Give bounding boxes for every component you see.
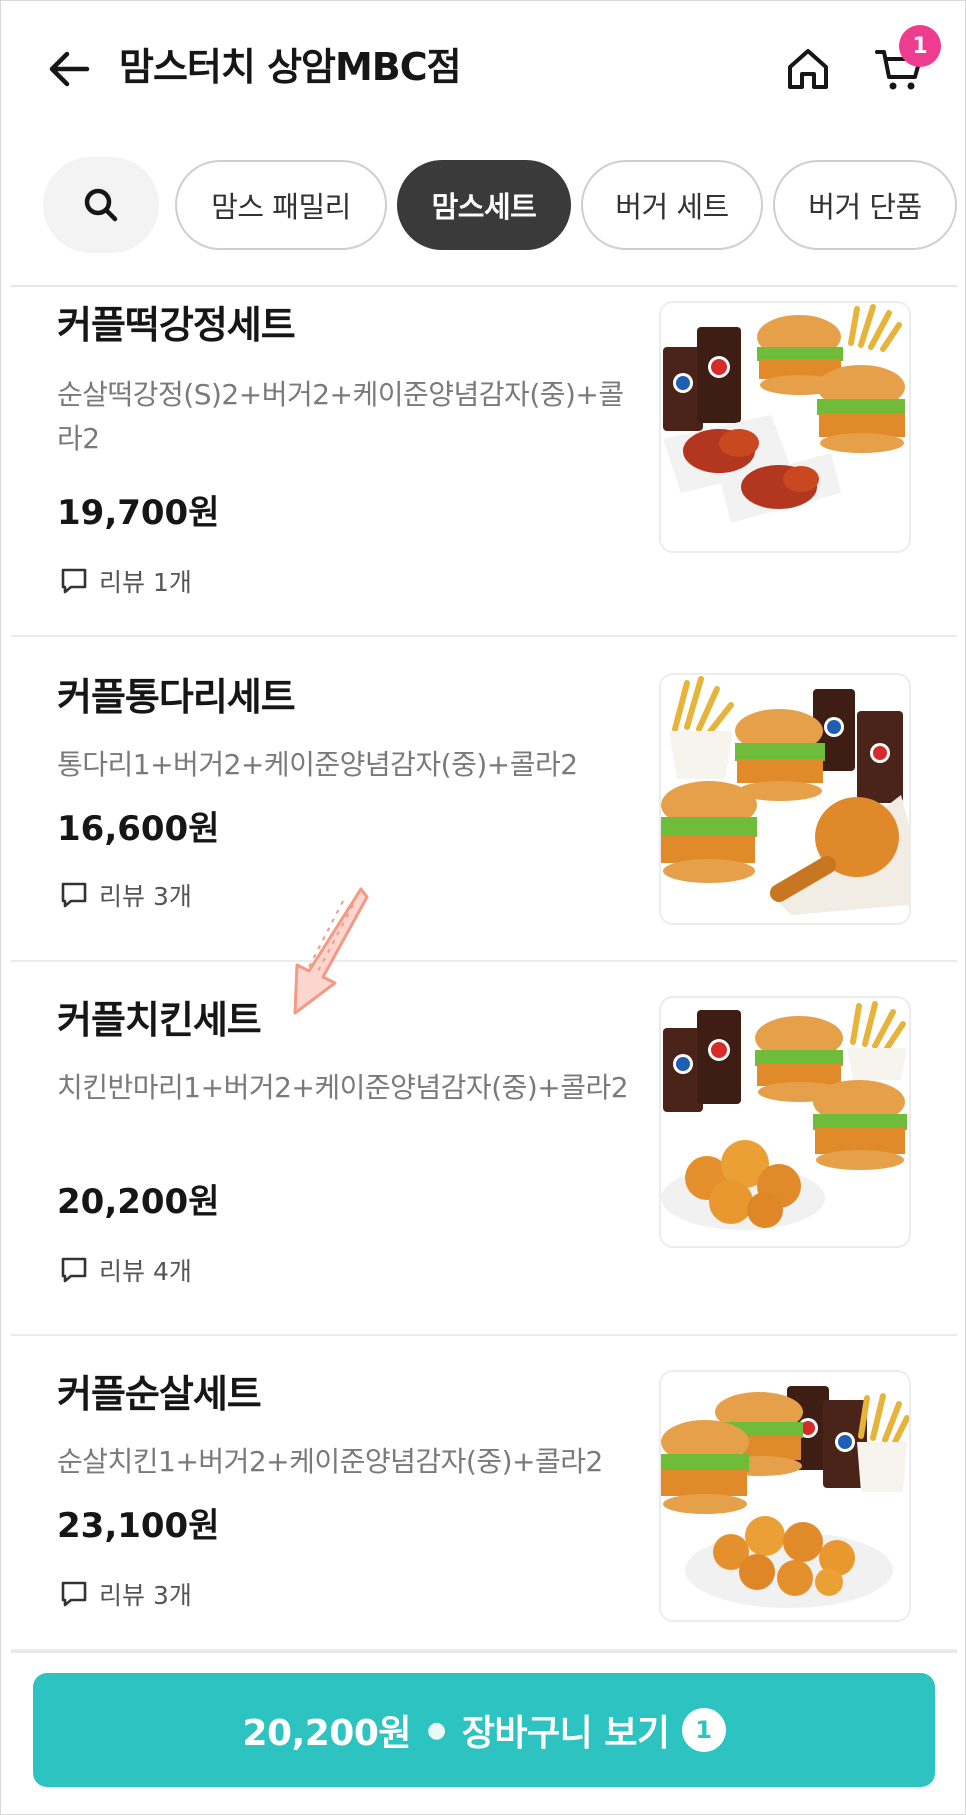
menu-item-name: 커플순살세트 <box>57 1372 262 1416</box>
category-bar: 맘스 패밀리 맘스세트 버거 세트 버거 단품 <box>1 157 965 257</box>
cart-total-price: 20,200원 <box>242 1713 412 1754</box>
search-icon <box>84 188 118 222</box>
separator-dot-icon: ● <box>427 1717 446 1743</box>
menu-item-description: 순살떡강정(S)2+버거2+케이준양념감자(중)+콜라2 <box>57 378 624 455</box>
menu-item[interactable]: 커플치킨세트 치킨반마리1+버거2+케이준양념감자(중)+콜라2 20,200원… <box>1 962 965 1336</box>
app-screen: 맘스터치 상암MBC점 1 맘스 패밀리 맘스세트 버거 세트 버거 단품 커플… <box>0 0 966 1815</box>
search-button[interactable] <box>43 157 159 253</box>
menu-item-description: 치킨반마리1+버거2+케이준양념감자(중)+콜라2 <box>57 1071 629 1104</box>
menu-item-review-link[interactable]: 리뷰 3개 <box>59 1576 192 1612</box>
review-bubble-icon <box>61 882 87 908</box>
review-bubble-icon <box>61 568 87 594</box>
menu-item-review-count: 리뷰 3개 <box>99 1581 192 1610</box>
food-photo-couple-tteokgangjeong <box>661 303 909 551</box>
food-photo-couple-boneless <box>661 1372 909 1620</box>
menu-item-image[interactable] <box>659 996 911 1248</box>
menu-item-name: 커플통다리세트 <box>57 675 296 719</box>
category-tab-burger-single[interactable]: 버거 단품 <box>773 160 957 250</box>
review-bubble-icon <box>61 1257 87 1283</box>
food-photo-couple-chicken <box>661 998 909 1246</box>
menu-item-review-link[interactable]: 리뷰 4개 <box>59 1252 192 1288</box>
menu-item-review-link[interactable]: 리뷰 3개 <box>59 877 192 913</box>
menu-item-image[interactable] <box>659 1370 911 1622</box>
menu-item-review-count: 리뷰 4개 <box>99 1257 192 1286</box>
divider <box>11 1651 957 1653</box>
menu-item-price: 19,700원 <box>57 493 220 533</box>
menu-item[interactable]: 커플떡강정세트 순살떡강정(S)2+버거2+케이준양념감자(중)+콜라2 19,… <box>1 287 965 637</box>
store-title: 맘스터치 상암MBC점 <box>119 45 462 89</box>
menu-item[interactable]: 커플통다리세트 통다리1+버거2+케이준양념감자(중)+콜라2 16,600원 … <box>1 637 965 962</box>
menu-item[interactable]: 커플순살세트 순살치킨1+버거2+케이준양념감자(중)+콜라2 23,100원 … <box>1 1336 965 1651</box>
category-tab-mom-set[interactable]: 맘스세트 <box>397 160 571 250</box>
menu-item-description: 순살치킨1+버거2+케이준양념감자(중)+콜라2 <box>57 1445 603 1478</box>
category-tab-burger-set[interactable]: 버거 세트 <box>581 160 763 250</box>
menu-item-review-count: 리뷰 3개 <box>99 882 192 911</box>
menu-item-description: 통다리1+버거2+케이준양념감자(중)+콜라2 <box>57 748 578 781</box>
cart-count-badge: 1 <box>899 25 941 67</box>
view-cart-label: 장바구니 보기 <box>461 1713 670 1754</box>
view-cart-button[interactable]: 20,200원 ● 장바구니 보기 1 <box>33 1673 935 1787</box>
header: 맘스터치 상암MBC점 1 <box>1 1 965 133</box>
cart-item-count-badge: 1 <box>681 1708 726 1752</box>
home-button[interactable] <box>776 37 840 101</box>
menu-item-name: 커플치킨세트 <box>57 998 262 1042</box>
back-button[interactable] <box>39 39 99 99</box>
food-photo-couple-drumstick <box>661 675 909 923</box>
menu-item-price: 20,200원 <box>57 1182 220 1222</box>
menu-item-price: 16,600원 <box>57 809 220 849</box>
menu-item-image[interactable] <box>659 301 911 553</box>
menu-item-review-link[interactable]: 리뷰 1개 <box>59 563 192 599</box>
category-tab-mom-family[interactable]: 맘스 패밀리 <box>175 160 387 250</box>
menu-item-price: 23,100원 <box>57 1506 220 1546</box>
menu-item-name: 커플떡강정세트 <box>57 303 296 347</box>
menu-item-image[interactable] <box>659 673 911 925</box>
home-icon <box>788 49 828 89</box>
annotation-arrow-icon <box>293 887 369 1015</box>
review-bubble-icon <box>61 1581 87 1607</box>
menu-item-review-count: 리뷰 1개 <box>99 568 192 597</box>
arrow-left-icon <box>49 51 90 87</box>
